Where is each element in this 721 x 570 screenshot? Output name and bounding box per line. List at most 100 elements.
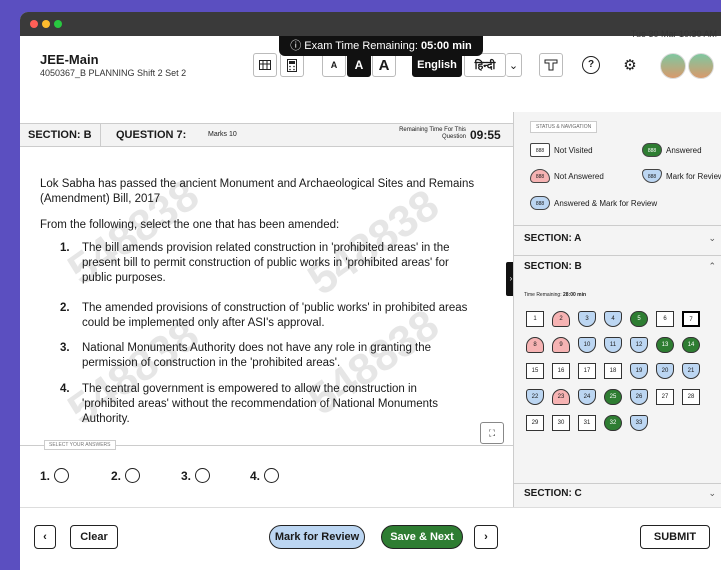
exam-window: ⓘ Exam Time Remaining: 05:00 min JEE-Mai…: [20, 12, 721, 570]
answer-choice-4[interactable]: 4.: [250, 468, 280, 483]
question-palette-item[interactable]: 5: [630, 311, 648, 327]
option-text: The amended provisions of construction o…: [82, 302, 468, 329]
legend-label: Mark for Review: [666, 171, 721, 181]
question-palette-item[interactable]: 6: [656, 311, 674, 327]
question-palette-item[interactable]: 24: [578, 389, 596, 405]
previous-button[interactable]: ‹: [34, 525, 56, 549]
language-dropdown-chevron-icon[interactable]: ⌄: [506, 53, 522, 77]
radio-button[interactable]: [264, 468, 280, 483]
answer-choice-2[interactable]: 2.: [111, 468, 141, 483]
legend-label: Not Answered: [554, 171, 604, 181]
chevron-down-icon[interactable]: ⌄: [708, 488, 716, 499]
question-palette-item[interactable]: 7: [682, 311, 700, 327]
legend-label: Answered & Mark for Review: [554, 198, 658, 208]
submit-button[interactable]: SUBMIT: [640, 525, 710, 549]
time-remaining-value: 28:00 min: [563, 292, 587, 298]
answer-label: 2.: [111, 468, 122, 483]
option-number: 2.: [60, 302, 70, 314]
question-palette-item[interactable]: 21: [682, 363, 700, 379]
question-palette-item[interactable]: 15: [526, 363, 544, 379]
radio-button[interactable]: [195, 468, 211, 483]
radio-button[interactable]: [54, 468, 70, 483]
clear-button[interactable]: Clear: [70, 525, 118, 549]
question-palette-item[interactable]: 20: [656, 363, 674, 379]
legend-swatch: 888: [530, 143, 550, 157]
font-large-button[interactable]: A: [372, 53, 396, 77]
exam-timer-value: 05:00 min: [421, 40, 472, 52]
question-palette-item[interactable]: 18: [604, 363, 622, 379]
question-palette-item[interactable]: 1: [526, 311, 544, 327]
question-palette-item[interactable]: 25: [604, 389, 622, 405]
question-palette-item[interactable]: 30: [552, 415, 570, 431]
question-palette-item[interactable]: 32: [604, 415, 622, 431]
section-c-toggle[interactable]: SECTION: C: [524, 488, 582, 499]
legend-swatch: 888: [642, 143, 662, 157]
next-button[interactable]: ›: [474, 525, 498, 549]
table-icon[interactable]: [253, 53, 277, 77]
question-palette-item[interactable]: 13: [656, 337, 674, 353]
question-number: QUESTION 7:: [116, 129, 187, 141]
help-button[interactable]: ?: [579, 53, 603, 77]
close-window-button[interactable]: [30, 20, 38, 28]
exam-timer: ⓘ Exam Time Remaining: 05:00 min: [279, 36, 483, 56]
settings-gear-icon[interactable]: ⚙: [618, 53, 642, 77]
question-time-value: 09:55: [470, 128, 501, 142]
answer-label: 4.: [250, 468, 261, 483]
minimize-window-button[interactable]: [42, 20, 50, 28]
legend-swatch: 888: [642, 169, 662, 183]
language-english-button[interactable]: English: [412, 53, 462, 77]
expand-icon[interactable]: ⛶: [480, 422, 504, 444]
legend-not-visited: 888 Not Visited: [530, 143, 593, 157]
question-palette-item[interactable]: 14: [682, 337, 700, 353]
chevron-down-icon[interactable]: ⌄: [708, 233, 716, 244]
language-hindi-button[interactable]: हिन्दी: [464, 53, 506, 77]
radio-button[interactable]: [125, 468, 141, 483]
question-time-label: Remaining Time For This Question: [399, 127, 466, 140]
question-palette-item[interactable]: 28: [682, 389, 700, 405]
question-palette-item[interactable]: 9: [552, 337, 570, 353]
question-palette-item[interactable]: 2: [552, 311, 570, 327]
question-palette-item[interactable]: 16: [552, 363, 570, 379]
question-palette-item[interactable]: 3: [578, 311, 596, 327]
question-palette-item[interactable]: 33: [630, 415, 648, 431]
question-palette-item[interactable]: 10: [578, 337, 596, 353]
date-time: Tue 30 Mar 10:30 AM: [630, 29, 717, 39]
instructions-icon[interactable]: [539, 53, 563, 77]
question-palette-item[interactable]: 17: [578, 363, 596, 379]
divider: [514, 483, 721, 484]
question-palette-item[interactable]: 11: [604, 337, 622, 353]
maximize-window-button[interactable]: [54, 20, 62, 28]
title-bar: [20, 12, 721, 36]
font-medium-button[interactable]: A: [347, 53, 371, 77]
question-prompt: From the following, select the one that …: [40, 219, 340, 231]
calculator-icon[interactable]: [280, 53, 304, 77]
question-palette-item[interactable]: 22: [526, 389, 544, 405]
user-avatar-2: [688, 53, 714, 79]
font-small-button[interactable]: A: [322, 53, 346, 77]
question-stem: Lok Sabha has passed the ancient Monumen…: [40, 178, 475, 205]
option-text: The bill amends provision related constr…: [82, 242, 450, 284]
section-a-toggle[interactable]: SECTION: A: [524, 233, 581, 244]
question-palette-item[interactable]: 29: [526, 415, 544, 431]
divider: [100, 124, 101, 146]
option-text: National Monuments Authority does not ha…: [82, 342, 432, 369]
legend-label: Answered: [666, 145, 702, 155]
legend-answered: 888 Answered: [642, 143, 702, 157]
question-palette-item[interactable]: 26: [630, 389, 648, 405]
question-palette-item[interactable]: 12: [630, 337, 648, 353]
section-b-toggle[interactable]: SECTION: B: [524, 261, 582, 272]
question-palette-item[interactable]: 23: [552, 389, 570, 405]
answer-choice-3[interactable]: 3.: [181, 468, 211, 483]
question-palette-item[interactable]: 31: [578, 415, 596, 431]
chevron-up-icon[interactable]: ⌃: [708, 261, 716, 272]
mark-for-review-button[interactable]: Mark for Review: [269, 525, 365, 549]
question-palette-item[interactable]: 4: [604, 311, 622, 327]
answer-label: 1.: [40, 468, 51, 483]
question-header-bar: SECTION: B QUESTION 7: Marks 10 Remainin…: [20, 123, 513, 147]
answer-choice-1[interactable]: 1.: [40, 468, 70, 483]
question-palette-item[interactable]: 27: [656, 389, 674, 405]
save-next-button[interactable]: Save & Next: [381, 525, 463, 549]
status-navigation-panel: STATUS & NAVIGATION 888 Not Visited 888 An…: [513, 112, 721, 507]
question-palette-item[interactable]: 8: [526, 337, 544, 353]
question-palette-item[interactable]: 19: [630, 363, 648, 379]
